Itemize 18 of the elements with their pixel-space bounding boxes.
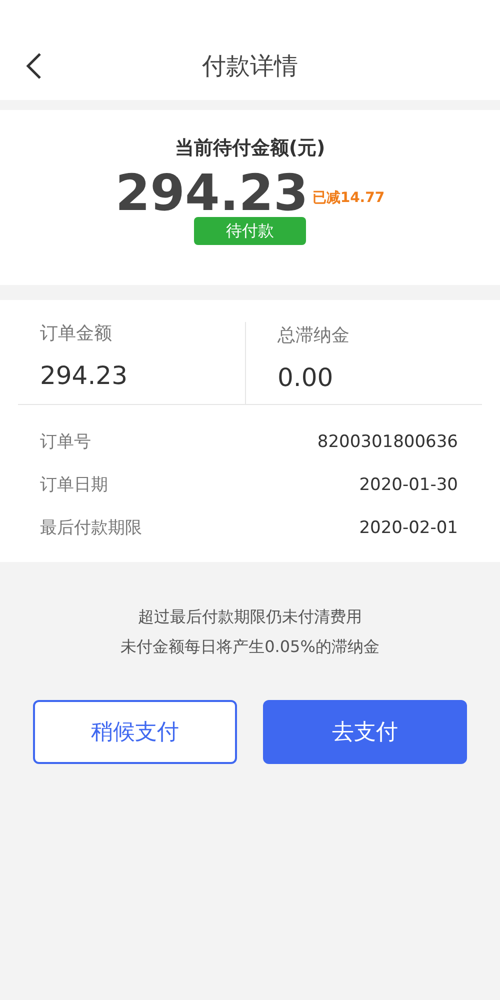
detail-value: 2020-02-01 xyxy=(359,516,458,540)
notice-text: 未付金额每日将产生0.05%的滞纳金 xyxy=(120,636,380,658)
total-value: 294.23 xyxy=(40,360,128,392)
page-title: 付款详情 xyxy=(202,51,298,82)
detail-label: 最后付款期限 xyxy=(40,516,142,540)
status-badge: 待付款 xyxy=(194,216,306,244)
total-label: 订单金额 xyxy=(40,322,113,346)
total-value: 0.00 xyxy=(278,362,334,394)
detail-label: 订单日期 xyxy=(40,474,108,497)
detail-label: 订单号 xyxy=(40,430,91,454)
total-label: 总滞纳金 xyxy=(278,324,350,348)
later-button[interactable]: 稍候支付 xyxy=(33,700,237,764)
amount-label: 当前待付金额(元) xyxy=(174,136,326,161)
pay-button[interactable]: 去支付 xyxy=(263,700,467,764)
detail-value: 8200301800636 xyxy=(317,430,458,454)
notice-text: 超过最后付款期限仍未付清费用 xyxy=(137,606,363,628)
detail-value: 2020-01-30 xyxy=(359,474,458,497)
discount-text: 已减14.77 xyxy=(312,188,385,208)
